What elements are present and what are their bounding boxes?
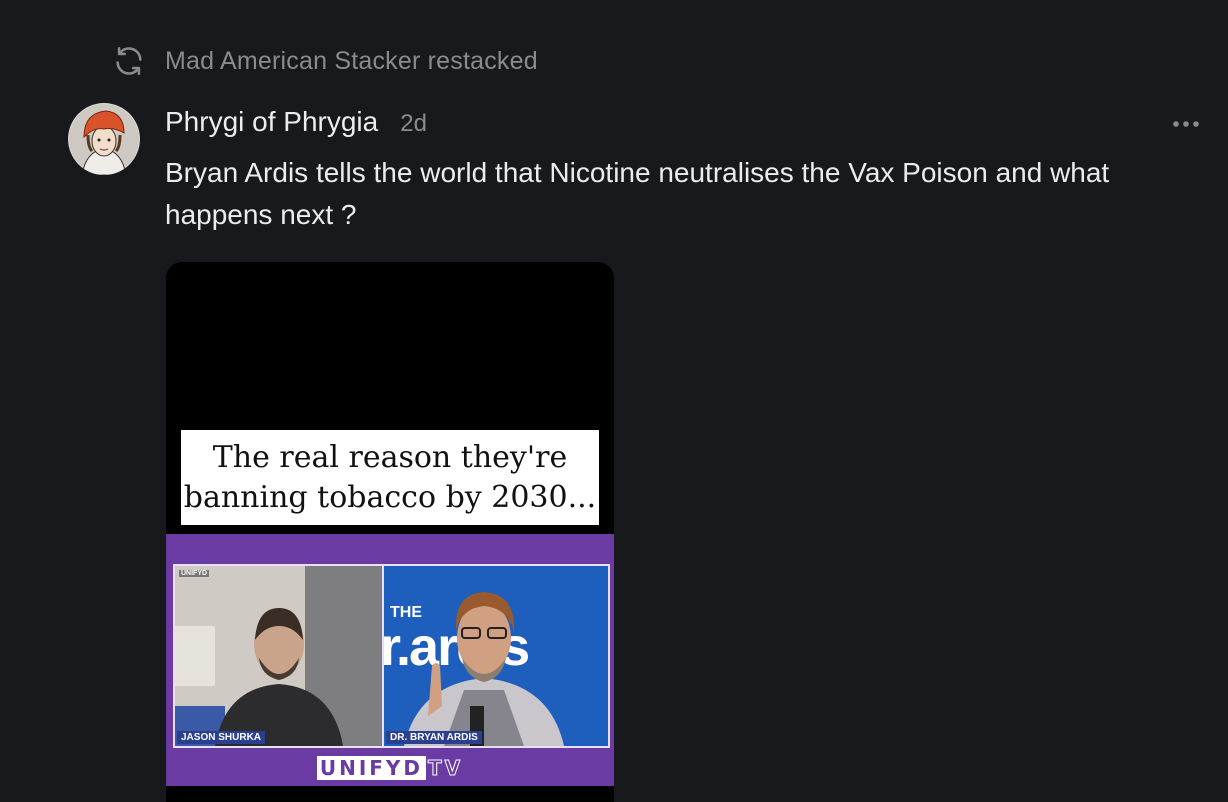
- video-frame: UNIFYD JASON SHURKA THE r.ardis DR. BRYA…: [166, 534, 614, 786]
- right-speaker-panel: THE r.ardis DR. BRYAN ARDIS: [382, 564, 610, 748]
- right-speaker-image: [404, 592, 564, 746]
- caption-line-2: banning tobacco by 2030...: [183, 479, 597, 515]
- video-thumbnail[interactable]: The real reason they're banning tobacco …: [166, 262, 614, 802]
- post-timestamp[interactable]: 2d: [400, 110, 427, 138]
- author-name[interactable]: Phrygi of Phrygia: [165, 106, 378, 138]
- right-speaker-name: DR. BRYAN ARDIS: [386, 731, 482, 744]
- brand-tv: TV: [428, 756, 464, 781]
- left-speaker-name: JASON SHURKA: [177, 731, 266, 744]
- more-horizontal-icon: [1173, 121, 1199, 127]
- caption-line-1: The real reason they're: [212, 439, 568, 475]
- restack-text[interactable]: Mad American Stacker restacked: [165, 47, 538, 76]
- unifyd-tv-logo: UNIFYD TV: [166, 754, 614, 782]
- feed-page: Mad American Stacker restacked Phrygi of…: [0, 0, 1228, 802]
- post-body-text: Bryan Ardis tells the world that Nicotin…: [165, 157, 1110, 230]
- corner-logo: UNIFYD: [179, 570, 210, 577]
- author-avatar[interactable]: [68, 103, 140, 175]
- post-header: Phrygi of Phrygia 2d: [165, 106, 427, 146]
- restack-icon: [110, 42, 148, 80]
- left-speaker-panel: UNIFYD JASON SHURKA: [173, 564, 384, 748]
- left-speaker-image: [175, 566, 382, 746]
- brand-unifyd: UNIFYD: [316, 756, 427, 780]
- more-options-button[interactable]: [1168, 110, 1204, 138]
- video-caption: The real reason they're banning tobacco …: [181, 430, 599, 525]
- restack-indicator: Mad American Stacker restacked: [110, 42, 538, 80]
